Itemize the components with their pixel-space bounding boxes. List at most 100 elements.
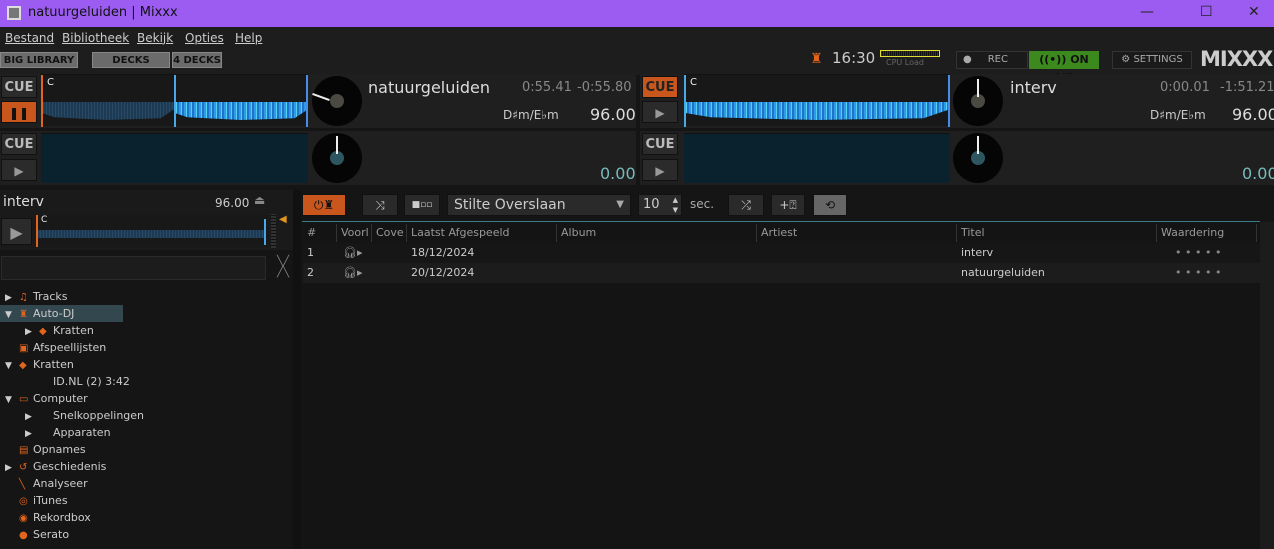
shuffle-icon: ⤮	[741, 198, 751, 212]
skip-track-button[interactable]: ■▫▫	[404, 194, 440, 216]
cue-button[interactable]: CUE	[1, 76, 37, 98]
shuffle-button[interactable]: ⤮	[728, 194, 764, 216]
sidebar-item[interactable]: ▼ ♜ Auto-DJ	[0, 305, 123, 322]
menu-help[interactable]: Help	[235, 31, 262, 45]
preview-play-button[interactable]: ▶	[1, 218, 32, 245]
sidebar-item[interactable]: ▶ ↺ Geschiedenis	[0, 458, 293, 475]
rating-stars[interactable]: • • • • •	[1175, 243, 1221, 263]
sidebar-item[interactable]: ▼ ◆ Kratten	[0, 356, 293, 373]
bpm-display[interactable]: 96.00	[1232, 105, 1274, 124]
collapse-icon[interactable]: ╲╱ ╱╲	[273, 256, 293, 280]
expand-arrow-icon[interactable]: ▼	[5, 358, 19, 375]
end-marker	[948, 75, 950, 127]
play-button[interactable]: ▶	[1, 159, 37, 181]
robot-icon: ♜	[19, 309, 28, 320]
pitch-marker-icon: ◀	[279, 214, 287, 225]
broadcast-icon: ((•))	[1039, 53, 1067, 66]
vinyl-spinner[interactable]	[953, 76, 1003, 126]
sidebar-item[interactable]: ● Serato	[0, 526, 293, 543]
add-random-icon: +⍰	[779, 198, 797, 212]
play-icon: ▶	[655, 106, 665, 120]
sidebar-item[interactable]: ◎ iTunes	[0, 492, 293, 509]
sidebar-item[interactable]: ID.NL (2) 3:42	[0, 373, 293, 390]
expand-arrow-icon[interactable]: ▼	[5, 307, 19, 324]
waveform[interactable]: C	[684, 74, 950, 127]
transition-seconds-stepper[interactable]: 10 ▲ ▼	[638, 194, 682, 216]
vinyl-spinner[interactable]	[312, 133, 362, 183]
splitter[interactable]	[293, 190, 301, 549]
table-row[interactable]: 2 🎧︎▸ 20/12/2024 natuurgeluiden • • • • …	[303, 263, 1260, 283]
four-decks-button[interactable]: 4 DECKS	[172, 52, 222, 68]
column-header[interactable]: #	[303, 224, 337, 242]
menu-bibliotheek[interactable]: Bibliotheek	[62, 31, 129, 45]
bpm-display[interactable]: 96.00	[590, 105, 636, 124]
waveform[interactable]: C	[41, 74, 308, 127]
record-dot-icon: ●	[963, 54, 972, 65]
big-library-button[interactable]: BIG LIBRARY	[0, 52, 78, 68]
vu-meter	[271, 214, 276, 248]
preview-title: interv	[3, 194, 44, 210]
sidebar-item[interactable]: ▶ ♫ Tracks	[0, 288, 293, 305]
column-header[interactable]: Cove	[372, 224, 407, 242]
bpm-display[interactable]: 0.00	[1242, 164, 1274, 183]
sidebar-item[interactable]: ╲ Analyseer	[0, 475, 293, 492]
waveform[interactable]	[41, 133, 308, 183]
pause-button[interactable]: ❚❚	[1, 101, 37, 123]
sidebar-item[interactable]: ▶ ◆ Kratten	[0, 322, 293, 339]
waveform[interactable]	[684, 133, 950, 183]
add-random-button[interactable]: +⍰	[771, 194, 805, 216]
minimize-button[interactable]: —	[1140, 4, 1154, 20]
sidebar-item[interactable]: ▶ Apparaten	[0, 424, 293, 441]
column-header[interactable]: Laatst Afgespeeld	[407, 224, 557, 242]
preview-headphones-icon[interactable]: 🎧︎▸	[343, 243, 363, 263]
skip-icon: ■▫▫	[411, 200, 433, 210]
rating-stars[interactable]: • • • • •	[1175, 263, 1221, 283]
sidebar-item[interactable]: ▤ Opnames	[0, 441, 293, 458]
sidebar-item[interactable]: ▼ ▭ Computer	[0, 390, 293, 407]
crate-icon: ◆	[19, 360, 27, 371]
fade-now-button[interactable]: ⤨	[362, 194, 398, 216]
vinyl-spinner[interactable]	[953, 133, 1003, 183]
on-air-button[interactable]: ((•)) ON AIR	[1029, 51, 1099, 84]
play-button[interactable]: ▶	[642, 159, 678, 181]
sidebar-item[interactable]: ▣ Afspeellijsten	[0, 339, 293, 356]
close-button[interactable]: ✕	[1248, 4, 1260, 20]
sidebar-item[interactable]: ◉ Rekordbox	[0, 509, 293, 526]
column-header[interactable]: Artiest	[757, 224, 957, 242]
column-header[interactable]: Titel	[957, 224, 1157, 242]
cue-button[interactable]: CUE	[642, 133, 678, 155]
autodj-enable-button[interactable]: ⏻♜	[302, 194, 346, 216]
transition-mode-select[interactable]: Stilte Overslaan ▼	[447, 194, 631, 216]
cue-button[interactable]: CUE	[642, 76, 678, 98]
preview-headphones-icon[interactable]: 🎧︎▸	[343, 263, 363, 283]
menu-opties[interactable]: Opties	[185, 31, 224, 45]
rekordbox-icon: ◉	[19, 513, 28, 524]
column-header[interactable]: Album	[557, 224, 757, 242]
hotcue-label: C	[41, 215, 48, 225]
scrollbar[interactable]	[1260, 222, 1274, 549]
settings-button[interactable]: ⚙ SETTINGS	[1112, 51, 1192, 69]
rec-button[interactable]: ● REC	[956, 51, 1028, 69]
analyze-icon: ╲	[19, 479, 26, 490]
menu-bekijk[interactable]: Bekijk	[137, 31, 173, 45]
computer-icon: ▭	[19, 394, 29, 405]
playlist-icon: ▣	[19, 343, 29, 354]
sidebar-item[interactable]: ▶ Snelkoppelingen	[0, 407, 293, 424]
repeat-playlist-button[interactable]: ⟲	[813, 194, 847, 216]
bpm-display[interactable]: 0.00	[600, 164, 636, 183]
expand-arrow-icon[interactable]: ▼	[5, 392, 19, 409]
menu-bestand[interactable]: Bestand	[5, 31, 54, 45]
decks-button[interactable]: DECKS	[92, 52, 170, 68]
table-row[interactable]: 1 🎧︎▸ 18/12/2024 interv • • • • •	[303, 243, 1260, 263]
play-button[interactable]: ▶	[642, 101, 678, 123]
library-search-input[interactable]	[1, 256, 266, 280]
seconds-label: sec.	[690, 197, 715, 211]
eject-icon[interactable]: ⏏	[254, 193, 265, 207]
cue-button[interactable]: CUE	[1, 133, 37, 155]
end-marker	[306, 75, 308, 127]
preview-waveform[interactable]: C	[36, 215, 268, 247]
column-header[interactable]: Waardering	[1157, 224, 1257, 242]
vinyl-spinner[interactable]	[312, 76, 362, 126]
column-header[interactable]: Voorl	[337, 224, 372, 242]
maximize-button[interactable]: ☐	[1200, 4, 1213, 20]
